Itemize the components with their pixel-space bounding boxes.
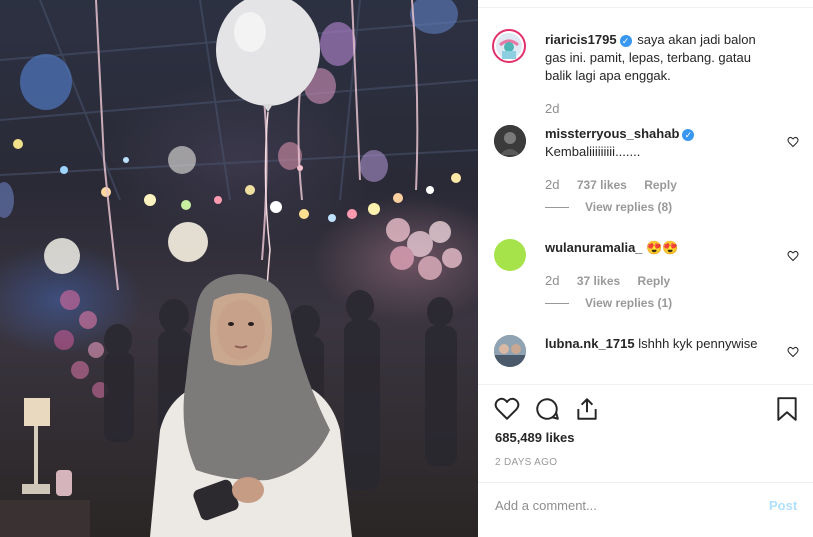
verified-icon: ✓ bbox=[619, 35, 632, 47]
like-comment-heart-icon[interactable] bbox=[787, 345, 799, 358]
comment-username[interactable]: lubna.nk_1715 bbox=[545, 336, 635, 351]
avatar[interactable] bbox=[494, 335, 526, 367]
avatar-image-icon bbox=[494, 125, 526, 157]
comment-time[interactable]: 2d bbox=[545, 177, 559, 192]
view-replies-button[interactable]: View replies (8) bbox=[545, 200, 672, 214]
like-comment-heart-icon[interactable] bbox=[787, 249, 799, 262]
add-comment-input[interactable] bbox=[495, 498, 755, 513]
comment-text-block: wulanuramalia_ 😍😍 bbox=[545, 239, 770, 257]
comment-text: Kembaliiiiiiiii....... bbox=[545, 144, 641, 159]
instagram-post: riaricis1795 ✓ saya akan jadi balon gas i… bbox=[0, 0, 813, 537]
post-time[interactable]: 2 DAYS AGO bbox=[495, 457, 557, 468]
avatar[interactable] bbox=[494, 125, 526, 157]
comment-likes[interactable]: 37 likes bbox=[577, 274, 620, 288]
reply-button[interactable]: Reply bbox=[638, 274, 671, 288]
photo-illustration bbox=[0, 0, 478, 537]
comment-meta: 2d 37 likes Reply bbox=[545, 273, 684, 288]
caption-meta: 2d bbox=[545, 101, 573, 116]
reply-button[interactable]: Reply bbox=[644, 178, 677, 192]
bookmark-icon[interactable] bbox=[776, 396, 798, 427]
divider bbox=[478, 7, 813, 8]
verified-icon: ✓ bbox=[682, 129, 695, 141]
avatar[interactable] bbox=[492, 29, 526, 63]
post-photo[interactable] bbox=[0, 0, 478, 537]
divider bbox=[478, 482, 813, 483]
comment-text-block: missterryous_shahab ✓ Kembaliiiiiiiii....… bbox=[545, 125, 770, 161]
comments-panel: riaricis1795 ✓ saya akan jadi balon gas i… bbox=[478, 0, 813, 537]
comment-bubble-icon[interactable] bbox=[534, 396, 560, 427]
avatar-image-icon bbox=[496, 33, 522, 59]
comment-username[interactable]: missterryous_shahab bbox=[545, 126, 679, 141]
divider bbox=[545, 303, 569, 305]
comment-text: 😍😍 bbox=[646, 240, 679, 255]
divider bbox=[545, 207, 569, 209]
post-button[interactable]: Post bbox=[769, 498, 797, 513]
like-comment-heart-icon[interactable] bbox=[787, 135, 799, 148]
view-replies-button[interactable]: View replies (1) bbox=[545, 296, 672, 310]
view-replies-label: View replies (1) bbox=[585, 296, 673, 310]
divider bbox=[478, 384, 813, 385]
avatar[interactable] bbox=[494, 239, 526, 271]
caption-text-block: riaricis1795 ✓ saya akan jadi balon gas i… bbox=[545, 31, 770, 85]
comment-text: lshhh kyk pennywise bbox=[638, 336, 758, 351]
caption-time[interactable]: 2d bbox=[545, 101, 559, 116]
caption-username[interactable]: riaricis1795 bbox=[545, 32, 617, 47]
share-upload-icon[interactable] bbox=[574, 396, 600, 427]
comment-username[interactable]: wulanuramalia_ bbox=[545, 240, 643, 255]
comment-time[interactable]: 2d bbox=[545, 273, 559, 288]
avatar-image-icon bbox=[494, 335, 526, 367]
like-heart-icon[interactable] bbox=[494, 396, 520, 427]
comment-meta: 2d 737 likes Reply bbox=[545, 177, 691, 192]
likes-count[interactable]: 685,489 likes bbox=[495, 430, 575, 445]
comment-likes[interactable]: 737 likes bbox=[577, 178, 627, 192]
comment-text-block: lubna.nk_1715 lshhh kyk pennywise bbox=[545, 335, 770, 353]
view-replies-label: View replies (8) bbox=[585, 200, 673, 214]
